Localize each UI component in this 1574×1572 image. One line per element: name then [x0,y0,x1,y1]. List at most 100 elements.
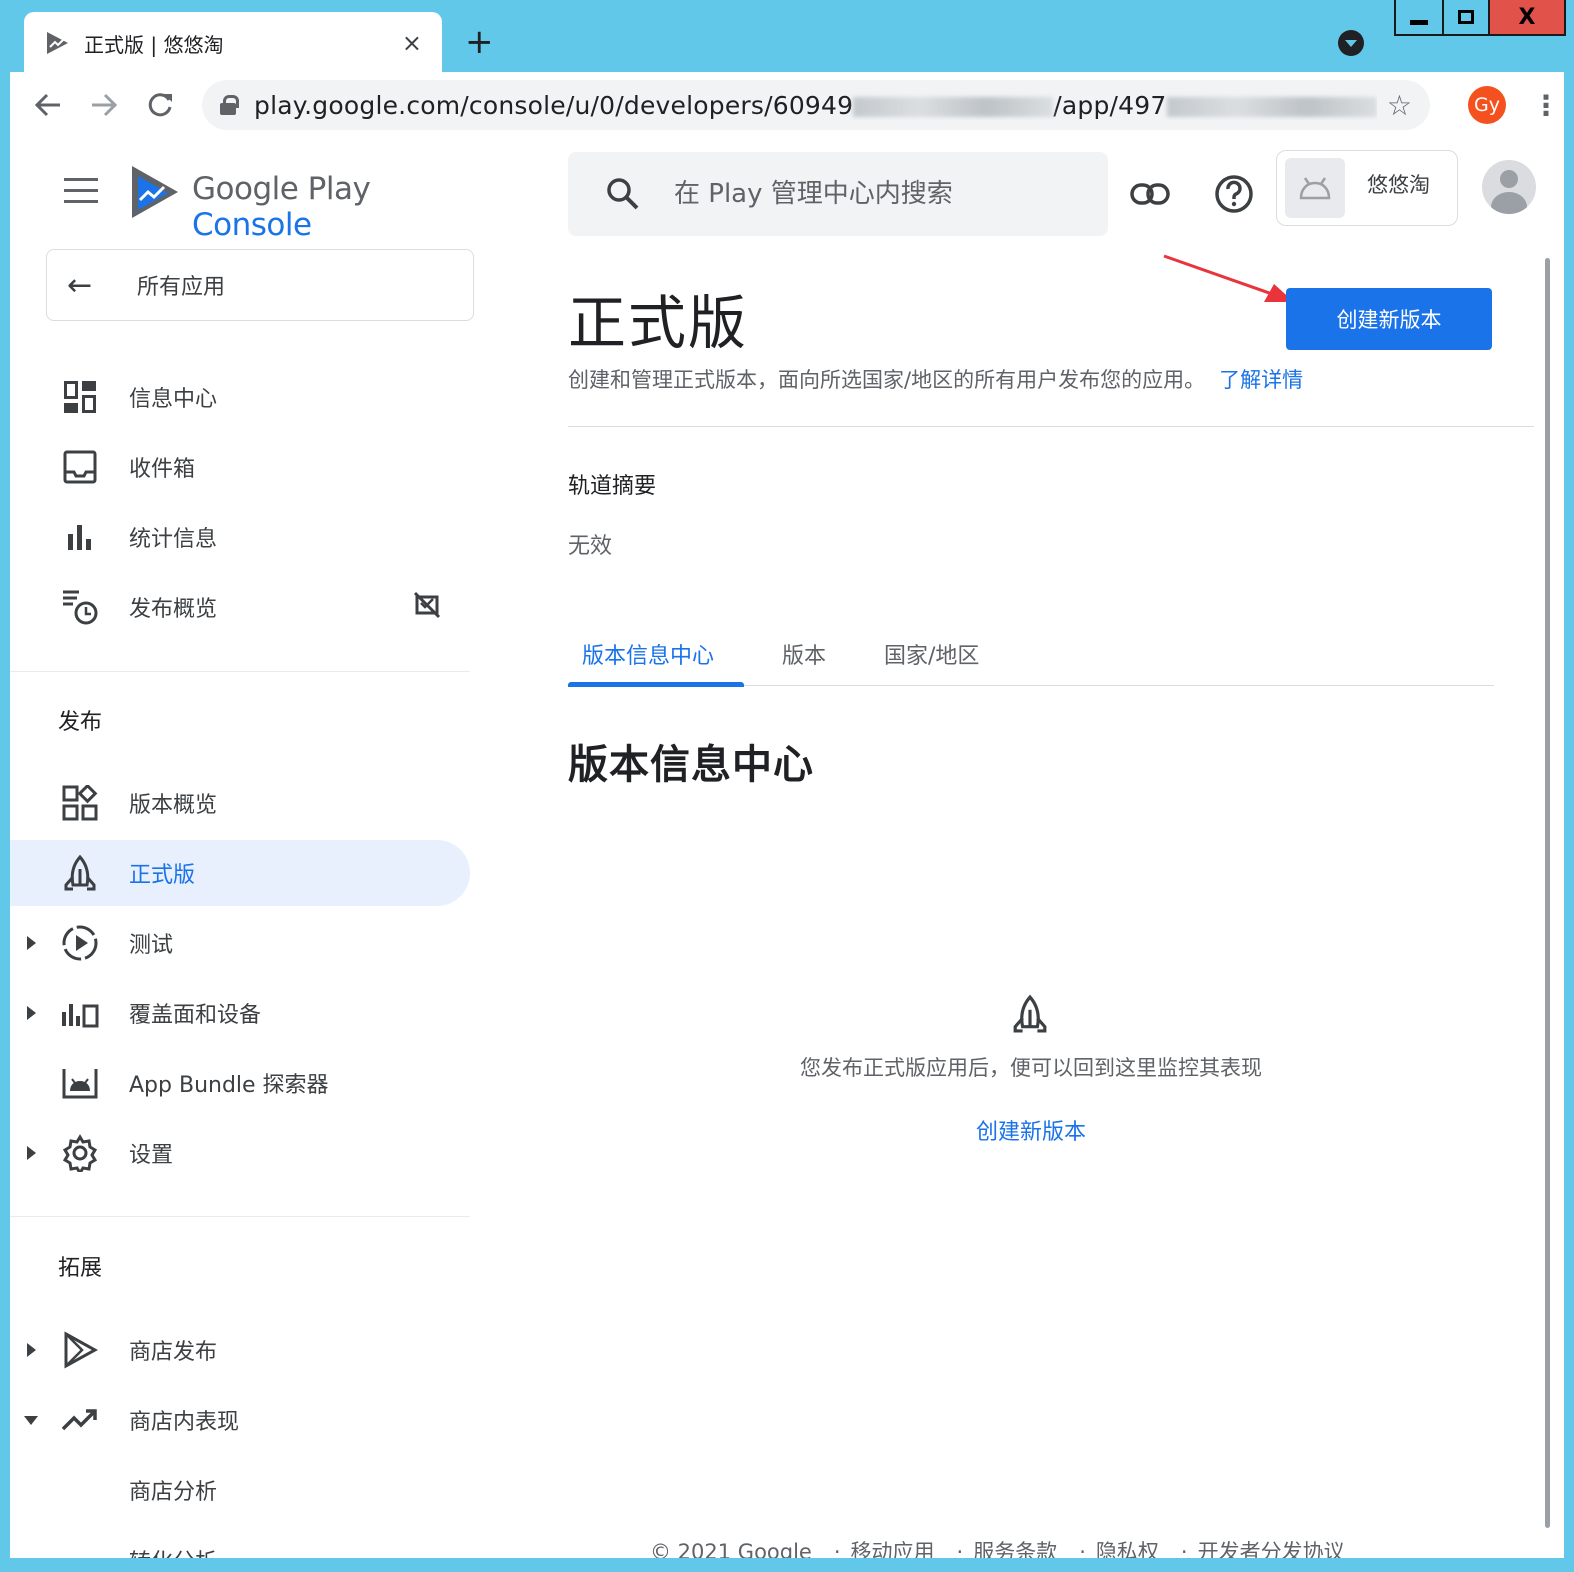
sidebar-item-store-performance[interactable]: 商店内表现 [10,1387,470,1453]
all-apps-button[interactable]: ← 所有应用 [46,249,474,321]
reach-devices-icon [60,993,100,1033]
collapse-caret-icon[interactable] [24,1415,38,1425]
settings-gear-icon [60,1133,100,1173]
new-tab-button[interactable]: + [465,22,494,62]
address-bar[interactable]: play.google.com/console/u/0/developers/6… [202,80,1430,130]
browser-profile-avatar[interactable]: Gy [1468,86,1506,124]
developer-account-chip[interactable]: 悠悠淘 [1276,150,1458,226]
expand-caret-icon[interactable] [27,1343,36,1357]
lock-icon[interactable] [220,95,239,115]
header-divider [568,426,1534,427]
bar-chart-icon [60,517,100,557]
maximize-icon [1458,10,1474,24]
sidebar-item-inbox[interactable]: 收件箱 [10,434,470,500]
url-text[interactable]: play.google.com/console/u/0/developers/6… [254,91,1377,120]
release-tabs: 版本信息中心 版本 国家/地区 [568,618,1494,687]
sidebar-item-label: 设置 [129,1143,174,1168]
app-bundle-icon [60,1063,100,1103]
sidebar-item-label: 正式版 [129,863,196,888]
tab-close-icon[interactable]: × [402,29,422,57]
window-close-button[interactable]: X [1488,0,1564,34]
learn-more-link[interactable]: 了解详情 [1219,368,1303,392]
expand-caret-icon[interactable] [27,936,36,950]
sidebar-item-label: 覆盖面和设备 [129,1003,262,1028]
link-icon[interactable] [1128,172,1172,216]
publishing-overview-icon [60,587,100,627]
expand-caret-icon[interactable] [27,1146,36,1160]
sidebar-item-testing[interactable]: 测试 [10,910,470,976]
user-avatar[interactable] [1482,160,1536,214]
footer-link-privacy[interactable]: 隐私权 [1096,1540,1159,1558]
page-title: 正式版 [568,289,749,357]
sidebar-item-publishing-overview[interactable]: 发布概览 [10,574,470,640]
tab-releases[interactable]: 版本 [782,638,826,670]
sidebar-item-conversion-analysis[interactable]: 转化分析 [10,1527,470,1558]
page-description: 创建和管理正式版本，面向所选国家/地区的所有用户发布您的应用。 了解详情 [568,364,1303,394]
brand-name: Google Play Console [192,171,480,243]
managed-publishing-off-icon [412,590,442,624]
sidebar-item-settings[interactable]: 设置 [10,1120,470,1186]
search-input[interactable] [674,179,1074,209]
releases-overview-icon [60,783,100,823]
create-release-button[interactable]: 创建新版本 [1286,288,1492,350]
section-title-grow: 拓展 [58,1256,103,1281]
footer-link-dda[interactable]: 开发者分发协议 [1198,1540,1345,1558]
maximize-button[interactable] [1442,0,1488,34]
sidebar-item-app-bundle-explorer[interactable]: App Bundle 探索器 [10,1050,470,1116]
tab-release-dashboard[interactable]: 版本信息中心 [582,638,714,670]
forward-arrow-icon [92,93,118,117]
sidebar-item-store-analysis[interactable]: 商店分析 [10,1457,470,1523]
url-middle: /app/497 [1053,90,1167,120]
bookmark-star-icon[interactable]: ☆ [1387,89,1412,122]
expand-caret-icon[interactable] [27,1006,36,1020]
annotation-arrow [1163,254,1294,302]
sidebar-item-releases-overview[interactable]: 版本概览 [10,770,470,836]
google-play-console-logo [132,166,178,218]
play-console-favicon [47,32,68,54]
back-button[interactable] [20,77,76,133]
redacted-app-id [1166,96,1377,117]
sidebar-item-label: 测试 [129,933,174,958]
help-icon[interactable] [1212,172,1256,216]
footer-separator: · [833,1540,841,1558]
redacted-developer-id [853,96,1054,117]
browser-toolbar: play.google.com/console/u/0/developers/6… [10,72,1564,138]
reload-icon [148,93,172,117]
reload-button[interactable] [132,77,188,133]
window-controls: X [1394,0,1566,36]
tab-search-icon[interactable] [1338,30,1364,56]
brand-google-play: Google Play [192,171,371,207]
sidebar: Google Play Console ← 所有应用 信息中心 收件箱 统计信息 [10,138,480,1558]
search-icon [607,178,639,210]
sidebar-item-store-presence[interactable]: 商店发布 [10,1317,470,1383]
browser-tab[interactable]: 正式版 | 悠悠淘 × [24,12,442,74]
back-arrow-icon [34,93,60,117]
inbox-icon [60,447,100,487]
all-apps-label: 所有应用 [137,275,226,300]
sidebar-item-label: 商店内表现 [129,1410,240,1435]
browser-menu-icon[interactable]: ⋮ [1532,89,1560,122]
sidebar-item-label: 发布概览 [129,597,218,622]
sidebar-item-reach-devices[interactable]: 覆盖面和设备 [10,980,470,1046]
footer-link-mobile-app[interactable]: 移动应用 [851,1540,935,1558]
footer-link-terms[interactable]: 服务条款 [973,1540,1057,1558]
page-scrollbar[interactable] [1545,258,1550,1528]
track-summary-title: 轨道摘要 [568,474,657,499]
tab-countries-regions[interactable]: 国家/地区 [884,638,979,670]
production-icon [60,853,100,893]
play-console-page: Google Play Console ← 所有应用 信息中心 收件箱 统计信息 [10,138,1564,1558]
empty-state-create-link[interactable]: 创建新版本 [568,1114,1494,1146]
production-icon [1013,994,1047,1033]
minimize-button[interactable] [1396,0,1442,34]
sidebar-item-dashboard[interactable]: 信息中心 [10,364,470,430]
sidebar-item-label: 转化分析 [129,1544,217,1558]
forward-button[interactable] [76,77,132,133]
android-icon [1285,158,1345,218]
brand-console: Console [192,207,312,243]
hamburger-menu-icon[interactable] [64,178,98,204]
sidebar-item-production[interactable]: 正式版 [10,840,470,906]
footer-copyright: © 2021 Google [650,1540,812,1558]
sidebar-item-statistics[interactable]: 统计信息 [10,504,470,570]
store-presence-icon [60,1330,100,1370]
search-bar[interactable] [568,152,1108,236]
